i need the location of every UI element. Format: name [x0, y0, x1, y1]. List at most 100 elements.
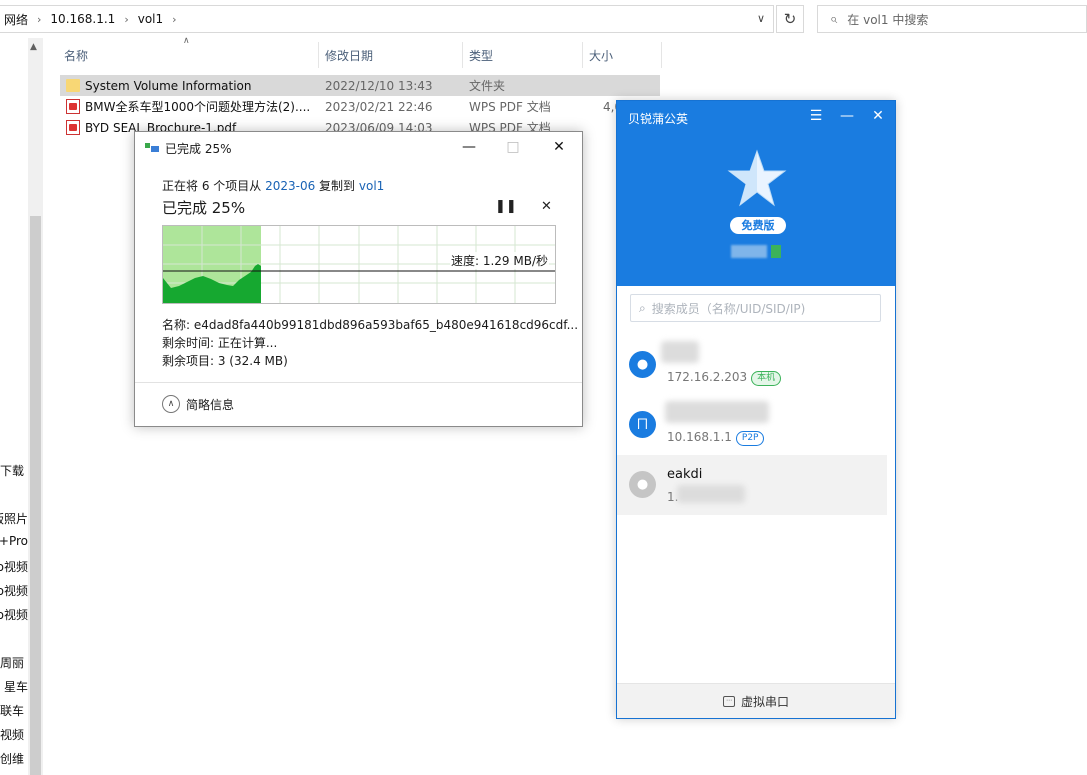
divider: [135, 382, 582, 383]
maximize-button: □: [506, 139, 520, 155]
less-details-label: 简略信息: [186, 397, 235, 412]
dialog-title: 已完成 25%: [165, 142, 232, 156]
person-icon: ●: [629, 351, 656, 378]
file-date: 2023/02/21 22:46: [325, 99, 433, 114]
source-link[interactable]: 2023-06: [265, 179, 315, 193]
items-remaining: 剩余项目: 3 (32.4 MB): [162, 354, 288, 368]
folder-icon: [66, 79, 80, 92]
member-tag: P2P: [735, 431, 765, 446]
member-ip: 10.168.1.1 P2P: [667, 430, 765, 446]
chevron-right-icon[interactable]: ›: [172, 13, 176, 26]
account-id-redacted: [731, 245, 767, 258]
copy-progress-dialog: 已完成 25% — □ ✕ 正在将 6 个项目从 2023-06 复制到 vol…: [134, 131, 583, 427]
file-type: 文件夹: [469, 79, 506, 93]
column-divider[interactable]: [462, 42, 463, 68]
destination-link[interactable]: vol1: [359, 179, 384, 193]
search-icon: ⌕: [639, 300, 646, 315]
member-item[interactable]: ● 172.16.2.203 本机: [617, 335, 887, 395]
nav-item[interactable]: ro视频: [0, 582, 28, 599]
member-ip: 172.16.2.203 本机: [667, 370, 782, 386]
address-bar-row: 网络 › 10.168.1.1 › vol1 › ∨ ↻ ⌕ 在 vol1 中搜…: [0, 0, 1087, 38]
minimize-button[interactable]: —: [837, 108, 857, 124]
pause-button[interactable]: ❚❚: [495, 199, 517, 214]
nav-scrollbar[interactable]: ▲: [28, 38, 43, 775]
member-name-redacted: [665, 401, 769, 423]
app-title: 贝锐蒲公英: [628, 112, 689, 126]
refresh-icon: ↻: [783, 10, 797, 28]
transfer-speed-graph: 速度: 1.29 MB/秒: [162, 225, 556, 304]
sort-ascending-icon: ∧: [183, 36, 190, 46]
router-icon: ⨅: [629, 411, 656, 438]
nav-item[interactable]: 创维: [0, 750, 28, 767]
app-header: 贝锐蒲公英 ☰ — ✕ 免费版: [617, 101, 895, 286]
column-divider[interactable]: [318, 42, 319, 68]
serial-port-icon: ⋯: [722, 695, 735, 707]
member-item[interactable]: ⨅ 10.168.1.1 P2P: [617, 395, 887, 455]
column-header-date[interactable]: 修改日期: [325, 40, 373, 70]
chevron-right-icon[interactable]: ›: [37, 13, 41, 26]
scroll-up-icon[interactable]: ▲: [30, 42, 37, 52]
column-header-size[interactable]: 大小: [589, 40, 613, 70]
pdf-icon: [66, 99, 80, 114]
member-ip-text: 172.16.2.203: [667, 370, 748, 384]
current-file-name: 名称: e4dad8fa440b99181dbd896a593baf65_b48…: [162, 318, 579, 332]
breadcrumb-network[interactable]: 网络: [4, 11, 28, 28]
nav-item[interactable]: ro视频: [0, 558, 28, 575]
speed-readout: 速度: 1.29 MB/秒: [449, 252, 549, 269]
breadcrumb-folder[interactable]: vol1: [138, 12, 163, 26]
chevron-down-icon[interactable]: ∨: [757, 12, 765, 25]
star-icon: [727, 149, 787, 207]
file-type: WPS PDF 文档: [469, 100, 551, 114]
close-button[interactable]: ✕: [549, 137, 569, 157]
search-placeholder: 在 vol1 中搜索: [847, 12, 929, 27]
column-divider[interactable]: [661, 42, 662, 68]
file-row[interactable]: System Volume Information 2022/12/10 13:…: [60, 75, 660, 96]
nav-item[interactable]: Pro+: [0, 534, 28, 548]
nav-item[interactable]: 视频: [0, 726, 28, 743]
virtual-serial-button[interactable]: ⋯ 虚拟串口: [617, 683, 895, 718]
chevron-right-icon[interactable]: ›: [124, 13, 128, 26]
scrollbar-thumb[interactable]: [30, 216, 41, 775]
column-header-type[interactable]: 类型: [469, 40, 493, 70]
member-ip-redacted: [677, 485, 745, 503]
nav-item[interactable]: 版照片: [0, 510, 28, 527]
member-name-redacted: [661, 341, 699, 363]
copy-desc-mid: 复制到: [315, 179, 359, 193]
search-input[interactable]: ⌕ 在 vol1 中搜索: [817, 5, 1087, 33]
copy-icon: [145, 143, 159, 153]
cancel-button[interactable]: ✕: [541, 199, 552, 214]
address-bar[interactable]: 网络 › 10.168.1.1 › vol1 › ∨: [0, 5, 774, 33]
member-name: eakdi: [667, 467, 703, 482]
file-row[interactable]: BMW全系车型1000个问题处理方法(2).... 2023/02/21 22:…: [60, 96, 660, 117]
close-button[interactable]: ✕: [868, 108, 888, 124]
status-indicator: [771, 245, 781, 258]
file-date: 2022/12/10 13:43: [325, 78, 433, 93]
nav-item[interactable]: ro视频: [0, 606, 28, 623]
progress-heading: 已完成 25%: [162, 199, 246, 217]
menu-icon[interactable]: ☰: [806, 108, 826, 124]
member-search-input[interactable]: ⌕ 搜索成员（名称/UID/SID/IP): [630, 294, 881, 322]
less-details-button[interactable]: ∧ 简略信息: [162, 395, 234, 413]
person-icon: ●: [629, 471, 656, 498]
chevron-up-icon: ∧: [162, 395, 180, 413]
member-item[interactable]: ● eakdi 1.: [617, 455, 887, 515]
copy-desc-prefix: 正在将 6 个项目从: [162, 179, 266, 193]
minimize-button[interactable]: —: [459, 137, 479, 157]
member-tag: 本机: [751, 371, 782, 386]
nav-item[interactable]: 周丽: [0, 654, 28, 671]
time-remaining: 剩余时间: 正在计算...: [162, 336, 278, 350]
refresh-button[interactable]: ↻: [776, 5, 804, 33]
nav-item[interactable]: 联车: [0, 702, 28, 719]
search-icon: ⌕: [830, 11, 838, 27]
nav-item[interactable]: 下载: [0, 462, 28, 479]
nav-item[interactable]: 星车 |: [0, 678, 28, 695]
member-ip-text: 10.168.1.1: [667, 430, 732, 444]
column-header-name[interactable]: 名称: [64, 40, 88, 70]
virtual-serial-label: 虚拟串口: [740, 694, 789, 709]
breadcrumb-host[interactable]: 10.168.1.1: [50, 12, 115, 26]
copy-description: 正在将 6 个项目从 2023-06 复制到 vol1: [162, 177, 384, 194]
vpn-app-window: 贝锐蒲公英 ☰ — ✕ 免费版 ⌕ 搜索成员（名称/UID/SID/IP) ● …: [616, 100, 896, 719]
dialog-titlebar[interactable]: 已完成 25% — □ ✕: [135, 132, 582, 163]
column-divider[interactable]: [582, 42, 583, 68]
file-name: System Volume Information: [85, 78, 252, 93]
